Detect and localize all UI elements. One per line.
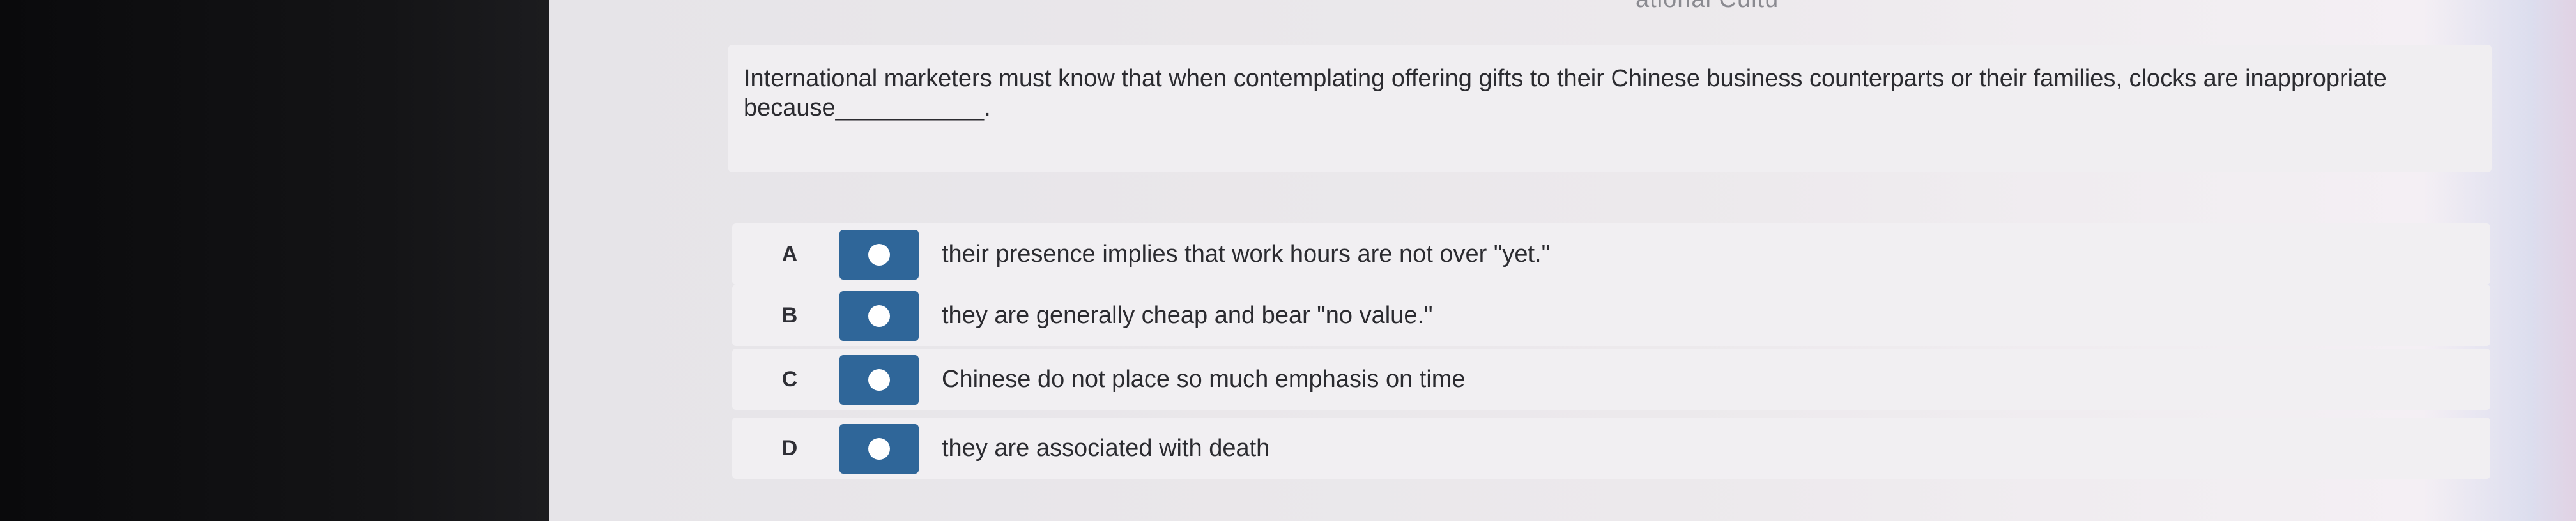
option-letter: D (781, 436, 798, 460)
option-a-radio-button[interactable] (839, 230, 919, 280)
radio-dot-icon (868, 438, 890, 460)
monitor-bezel (0, 0, 549, 521)
option-text[interactable]: they are associated with death (942, 418, 1269, 479)
option-text[interactable]: their presence implies that work hours a… (942, 223, 1550, 285)
question-panel: International marketers must know that w… (728, 45, 2492, 172)
option-a[interactable]: A their presence implies that work hours… (732, 223, 2490, 285)
option-letter: A (781, 242, 798, 266)
option-d-radio-button[interactable] (839, 424, 919, 474)
question-text: International marketers must know that w… (744, 65, 2387, 121)
option-b[interactable]: B they are generally cheap and bear "no … (732, 285, 2490, 346)
section-title-partial: ational Cultu (1636, 0, 1779, 13)
radio-dot-icon (868, 244, 890, 266)
option-text[interactable]: Chinese do not place so much emphasis on… (942, 349, 1466, 410)
option-d[interactable]: D they are associated with death (732, 418, 2490, 479)
option-c[interactable]: C Chinese do not place so much emphasis … (732, 349, 2490, 410)
option-c-radio-button[interactable] (839, 355, 919, 405)
radio-dot-icon (868, 369, 890, 391)
option-text[interactable]: they are generally cheap and bear "no va… (942, 285, 1433, 346)
option-letter: B (781, 303, 798, 328)
radio-dot-icon (868, 305, 890, 327)
option-b-radio-button[interactable] (839, 291, 919, 341)
option-letter: C (781, 367, 798, 391)
